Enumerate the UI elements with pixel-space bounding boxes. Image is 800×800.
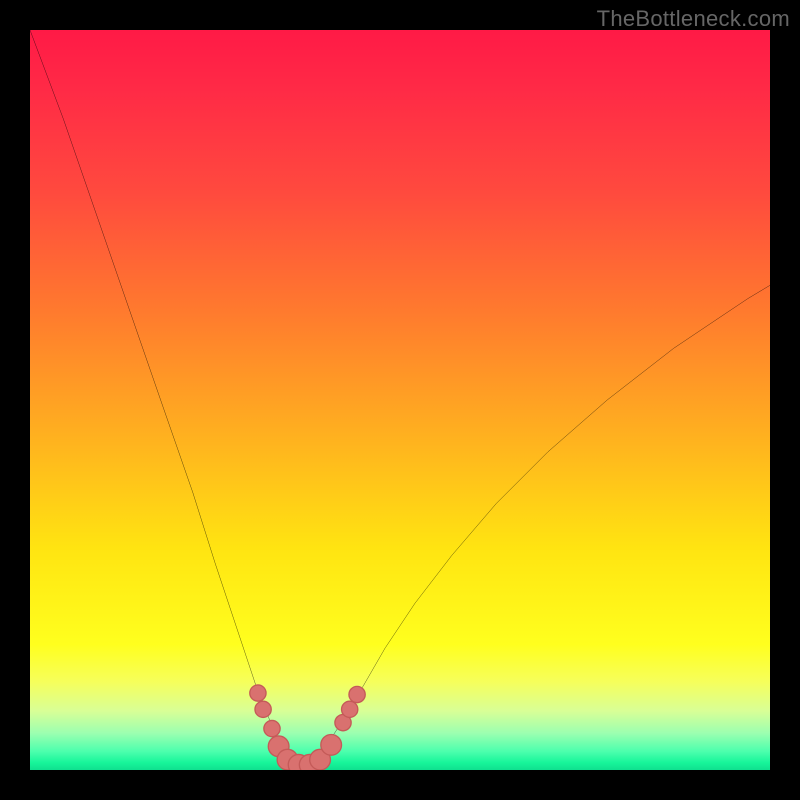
curve-marker: [264, 720, 280, 736]
curve-marker: [342, 701, 358, 717]
chart-frame: TheBottleneck.com: [0, 0, 800, 800]
curve-marker: [321, 734, 342, 755]
watermark-text: TheBottleneck.com: [597, 6, 790, 32]
bottleneck-curve: [30, 30, 770, 766]
curve-layer: [30, 30, 770, 770]
curve-marker: [255, 701, 271, 717]
curve-marker: [250, 685, 266, 701]
curve-markers: [250, 685, 365, 770]
curve-marker: [349, 686, 365, 702]
plot-area: [30, 30, 770, 770]
